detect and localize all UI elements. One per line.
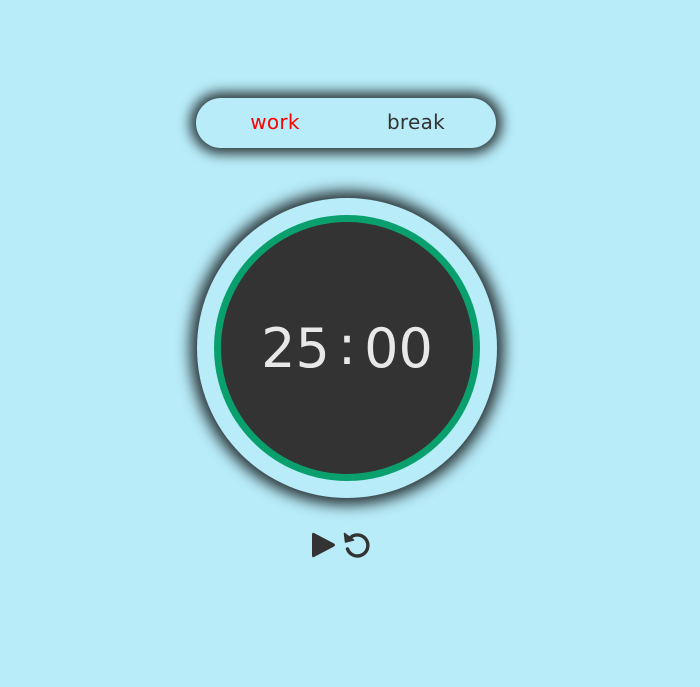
timer-minutes: 25 [261,316,330,380]
timer-face: 25 : 00 [214,215,480,481]
timer-ring: 25 : 00 [197,198,497,498]
reset-button[interactable] [340,528,374,562]
timer-separator: : [337,313,357,377]
reset-icon [343,532,370,558]
play-icon [312,532,335,558]
timer-seconds: 00 [364,316,433,380]
timer-display: 25 : 00 [261,313,433,380]
work-mode-button[interactable]: work [240,98,310,148]
break-mode-button[interactable]: break [378,98,454,148]
play-button[interactable] [306,528,340,562]
timer-controls [306,527,374,563]
mode-toggle: work break [196,98,496,148]
